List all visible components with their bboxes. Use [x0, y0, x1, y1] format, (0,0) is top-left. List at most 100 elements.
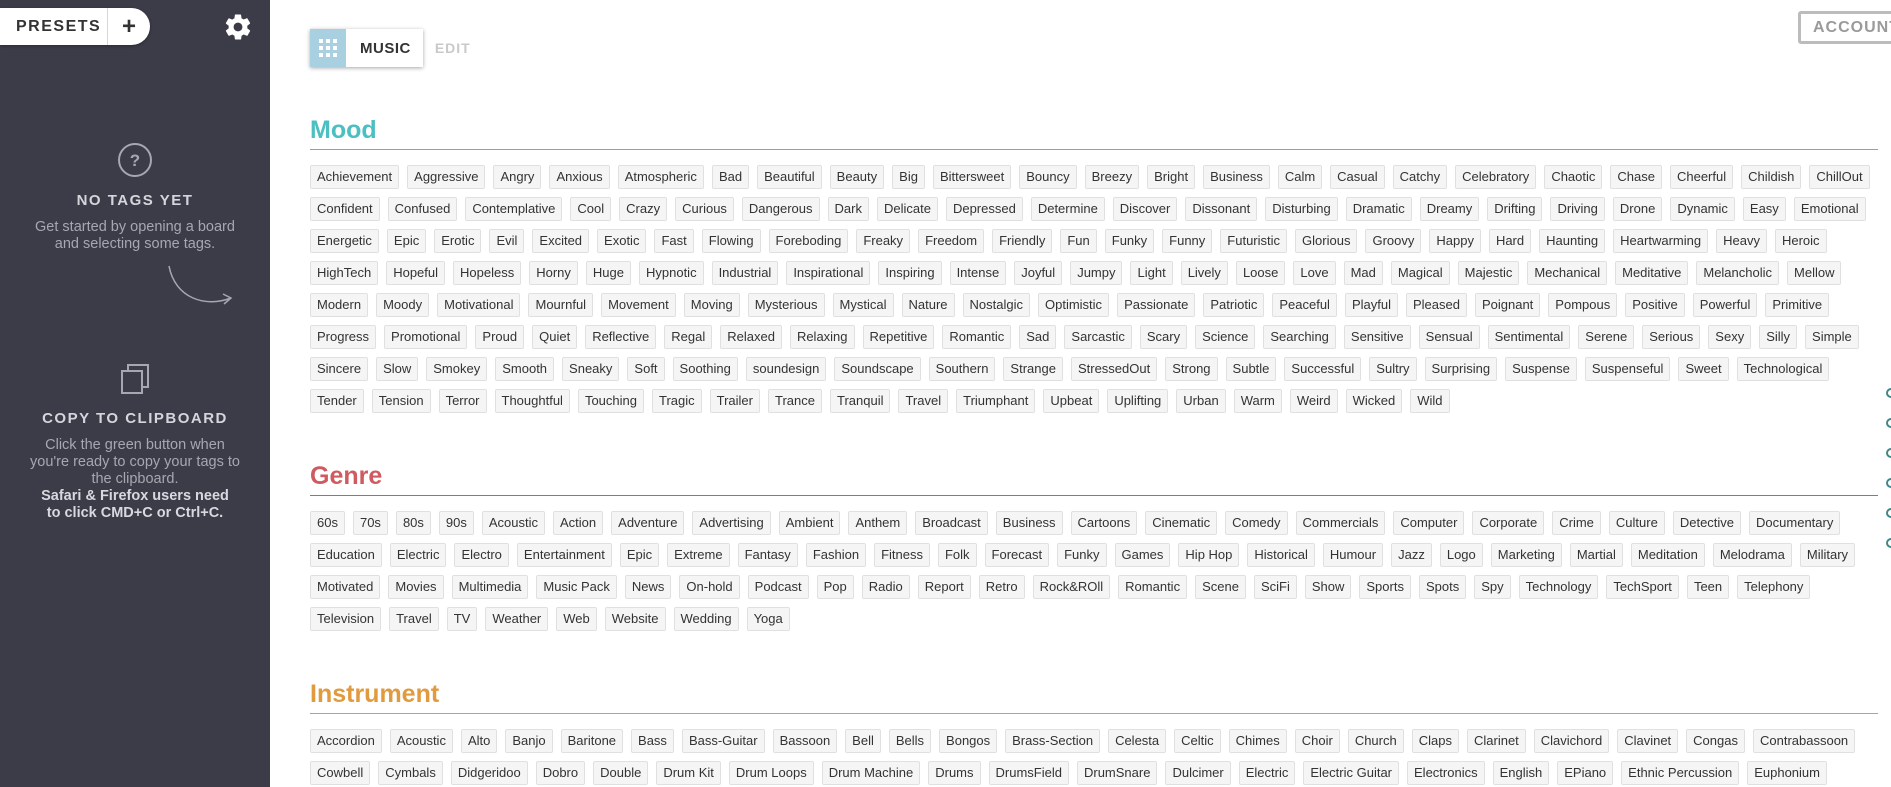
tag-chip[interactable]: Web	[556, 607, 597, 631]
tag-chip[interactable]: Acoustic	[481, 511, 546, 535]
tag-chip[interactable]: Science	[1195, 325, 1256, 349]
tag-chip[interactable]: Modern	[310, 293, 369, 317]
tag-chip[interactable]: Repetitive	[862, 325, 935, 349]
board-dot[interactable]	[1886, 478, 1891, 488]
tag-chip[interactable]: Nature	[901, 293, 955, 317]
tag-chip[interactable]: Confused	[387, 197, 458, 221]
gear-icon[interactable]	[223, 12, 253, 42]
tag-chip[interactable]: Bouncy	[1019, 165, 1077, 189]
tag-chip[interactable]: Motivational	[437, 293, 521, 317]
tag-chip[interactable]: Movies	[388, 575, 444, 599]
tag-chip[interactable]: Bells	[888, 729, 932, 753]
tag-chip[interactable]: Successful	[1284, 357, 1362, 381]
tag-chip[interactable]: Strong	[1165, 357, 1218, 381]
tag-chip[interactable]: Hip Hop	[1178, 543, 1240, 567]
tag-chip[interactable]: Sensitive	[1343, 325, 1411, 349]
tag-chip[interactable]: 70s	[352, 511, 388, 535]
tag-chip[interactable]: Love	[1293, 261, 1336, 285]
tag-chip[interactable]: Commercials	[1295, 511, 1386, 535]
tag-chip[interactable]: Magical	[1390, 261, 1450, 285]
tag-chip[interactable]: Sensual	[1418, 325, 1480, 349]
tag-chip[interactable]: EPiano	[1557, 761, 1614, 785]
tag-chip[interactable]: Intense	[949, 261, 1007, 285]
tag-chip[interactable]: Dynamic	[1670, 197, 1735, 221]
tag-chip[interactable]: Chimes	[1228, 729, 1287, 753]
tag-chip[interactable]: Energetic	[310, 229, 379, 253]
tag-chip[interactable]: Calm	[1277, 165, 1323, 189]
tag-chip[interactable]: Drums	[928, 761, 981, 785]
tag-chip[interactable]: Erotic	[434, 229, 482, 253]
tag-chip[interactable]: 60s	[310, 511, 345, 535]
tag-chip[interactable]: Travel	[898, 389, 949, 413]
account-button[interactable]: ACCOUNT	[1798, 11, 1891, 44]
tag-chip[interactable]: Euphonium	[1747, 761, 1827, 785]
tag-chip[interactable]: Silly	[1759, 325, 1798, 349]
tag-chip[interactable]: Anxious	[549, 165, 610, 189]
tag-chip[interactable]: Contrabassoon	[1752, 729, 1856, 753]
tag-chip[interactable]: Fitness	[874, 543, 930, 567]
tag-chip[interactable]: Fashion	[805, 543, 867, 567]
tag-chip[interactable]: Military	[1799, 543, 1856, 567]
tag-chip[interactable]: Friendly	[992, 229, 1053, 253]
tag-chip[interactable]: Choir	[1294, 729, 1340, 753]
tag-chip[interactable]: Bittersweet	[932, 165, 1012, 189]
tag-chip[interactable]: Sentimental	[1487, 325, 1571, 349]
tag-chip[interactable]: Drum Machine	[821, 761, 921, 785]
tag-chip[interactable]: Relaxing	[789, 325, 855, 349]
tag-chip[interactable]: Report	[917, 575, 971, 599]
tag-chip[interactable]: Baritone	[560, 729, 624, 753]
tag-chip[interactable]: Curious	[675, 197, 734, 221]
tag-chip[interactable]: Touching	[577, 389, 644, 413]
tag-chip[interactable]: Dobro	[535, 761, 586, 785]
tag-chip[interactable]: Freaky	[856, 229, 911, 253]
grid-icon[interactable]	[310, 29, 346, 67]
tag-chip[interactable]: Meditation	[1630, 543, 1705, 567]
tag-chip[interactable]: Heavy	[1716, 229, 1767, 253]
tag-chip[interactable]: Epic	[386, 229, 427, 253]
tag-chip[interactable]: DrumSnare	[1076, 761, 1158, 785]
tag-chip[interactable]: Sultry	[1369, 357, 1417, 381]
tag-chip[interactable]: Weather	[485, 607, 549, 631]
tag-chip[interactable]: Electric	[389, 543, 447, 567]
tag-chip[interactable]: Clarinet	[1466, 729, 1526, 753]
tag-chip[interactable]: Surprising	[1424, 357, 1498, 381]
tag-chip[interactable]: Bell	[845, 729, 881, 753]
tag-chip[interactable]: Optimistic	[1038, 293, 1110, 317]
tag-chip[interactable]: Clavinet	[1617, 729, 1679, 753]
tag-chip[interactable]: Contemplative	[465, 197, 563, 221]
tag-chip[interactable]: Relaxed	[720, 325, 782, 349]
tag-chip[interactable]: Easy	[1742, 197, 1786, 221]
tag-chip[interactable]: Uplifting	[1107, 389, 1169, 413]
tag-chip[interactable]: Majestic	[1457, 261, 1520, 285]
board-dot[interactable]	[1886, 538, 1891, 548]
board-dot[interactable]	[1886, 388, 1891, 398]
tag-chip[interactable]: Sincere	[310, 357, 369, 381]
tag-chip[interactable]: Big	[892, 165, 925, 189]
tag-chip[interactable]: Celtic	[1174, 729, 1221, 753]
tag-chip[interactable]: Catchy	[1392, 165, 1448, 189]
tag-chip[interactable]: Yoga	[746, 607, 790, 631]
tag-chip[interactable]: Pompous	[1548, 293, 1618, 317]
tag-chip[interactable]: TechSport	[1606, 575, 1679, 599]
tag-chip[interactable]: Folk	[937, 543, 977, 567]
tag-chip[interactable]: Logo	[1439, 543, 1483, 567]
tag-chip[interactable]: Bass-Guitar	[681, 729, 765, 753]
tag-chip[interactable]: Terror	[438, 389, 487, 413]
tag-chip[interactable]: Sarcastic	[1064, 325, 1132, 349]
tag-chip[interactable]: Funny	[1162, 229, 1213, 253]
tag-chip[interactable]: Cool	[570, 197, 612, 221]
board-dot[interactable]	[1886, 448, 1891, 458]
tag-chip[interactable]: Flowing	[701, 229, 761, 253]
tag-chip[interactable]: Subtle	[1225, 357, 1277, 381]
tag-chip[interactable]: Emotional	[1793, 197, 1866, 221]
tag-chip[interactable]: Disturbing	[1265, 197, 1338, 221]
tag-chip[interactable]: Funky	[1057, 543, 1107, 567]
tag-chip[interactable]: Groovy	[1365, 229, 1422, 253]
tag-chip[interactable]: Aggressive	[407, 165, 486, 189]
tag-chip[interactable]: Dangerous	[741, 197, 820, 221]
tag-chip[interactable]: Beautiful	[757, 165, 822, 189]
tag-chip[interactable]: Radio	[861, 575, 910, 599]
tag-chip[interactable]: Sad	[1019, 325, 1057, 349]
tag-chip[interactable]: Poignant	[1474, 293, 1541, 317]
tag-chip[interactable]: Music Pack	[536, 575, 617, 599]
